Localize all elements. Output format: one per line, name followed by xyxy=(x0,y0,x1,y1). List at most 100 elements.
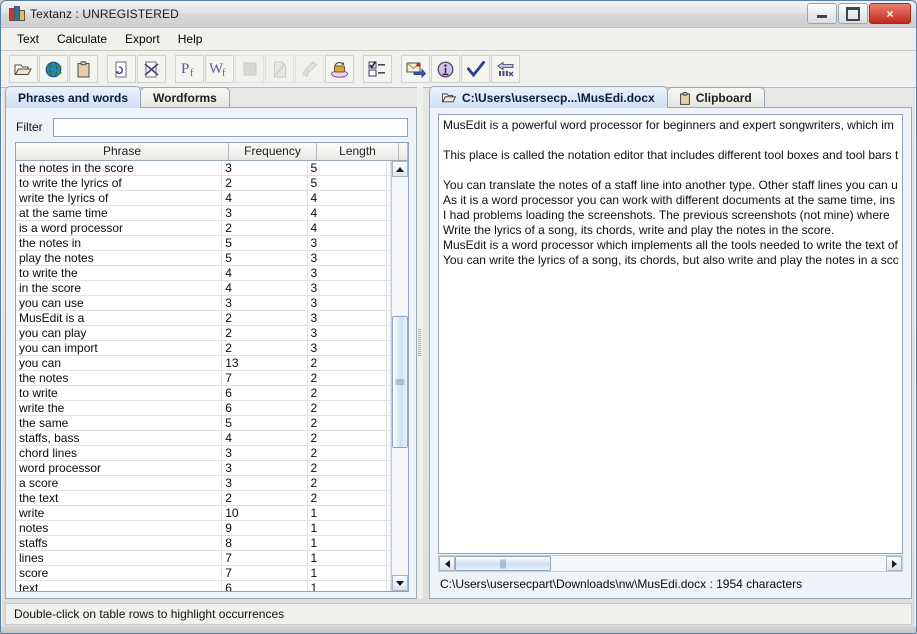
table-row[interactable]: the notes 7 2 xyxy=(16,371,391,386)
table-row[interactable]: word processor 3 2 xyxy=(16,461,391,476)
cell-phrase: you can play xyxy=(16,326,223,340)
column-header-frequency[interactable]: Frequency xyxy=(229,143,317,160)
table-row[interactable]: the text 2 2 xyxy=(16,491,391,506)
scroll-thumb[interactable] xyxy=(392,316,408,448)
document-text: MusEdit is a powerful word processor for… xyxy=(439,115,902,271)
table-row[interactable]: you can use 3 3 xyxy=(16,296,391,311)
menu-item-calculate[interactable]: Calculate xyxy=(49,29,115,49)
table-row[interactable]: to write the 4 3 xyxy=(16,266,391,281)
table-row[interactable]: to write 6 2 xyxy=(16,386,391,401)
cell-frequency: 2 xyxy=(222,311,308,325)
menu-item-export[interactable]: Export xyxy=(117,29,168,49)
status-bar: Double-click on table rows to highlight … xyxy=(5,603,912,625)
select-list-button[interactable] xyxy=(363,55,392,83)
table-row[interactable]: lines 7 1 xyxy=(16,551,391,566)
check-icon xyxy=(466,60,485,78)
table-row[interactable]: the notes in 5 3 xyxy=(16,236,391,251)
info-button[interactable] xyxy=(431,55,460,83)
cell-phrase: in the score xyxy=(16,281,223,295)
hscroll-thumb[interactable] xyxy=(455,556,551,571)
table-row[interactable]: staffs 8 1 xyxy=(16,536,391,551)
clear-document-icon xyxy=(273,61,287,78)
toolbar-separator-3 xyxy=(354,51,363,87)
table-row[interactable]: you can play 2 3 xyxy=(16,326,391,341)
scroll-up-button[interactable] xyxy=(392,161,408,177)
table-row[interactable]: play the notes 5 3 xyxy=(16,251,391,266)
table-row[interactable]: in the score 4 3 xyxy=(16,281,391,296)
close-document-button[interactable] xyxy=(137,55,166,83)
cell-length: 2 xyxy=(308,476,387,490)
table-row[interactable]: notes 9 1 xyxy=(16,521,391,536)
left-panel: Phrases and words Wordforms Filter Phras… xyxy=(5,86,417,599)
maximize-button[interactable] xyxy=(838,3,868,24)
cell-frequency: 2 xyxy=(222,326,308,340)
cell-frequency: 5 xyxy=(222,251,308,265)
table-row[interactable]: staffs, bass 4 2 xyxy=(16,431,391,446)
cell-phrase: write the xyxy=(16,401,223,415)
hscroll-track[interactable] xyxy=(455,556,886,571)
menu-item-text[interactable]: Text xyxy=(9,29,47,49)
document-line: MusEdit is a powerful word processor for… xyxy=(443,118,894,132)
clear-document-button[interactable] xyxy=(265,55,294,83)
cell-length: 2 xyxy=(308,416,387,430)
cell-length: 3 xyxy=(308,326,387,340)
stop-button[interactable] xyxy=(235,55,264,83)
clear-all-button[interactable] xyxy=(295,55,324,83)
word-frequency-button[interactable]: W f xyxy=(205,55,234,83)
table-vertical-scrollbar[interactable] xyxy=(391,161,408,591)
check-button[interactable] xyxy=(461,55,490,83)
phrase-frequency-button[interactable]: P f xyxy=(175,55,204,83)
table-row[interactable]: to write the lyrics of 2 5 xyxy=(16,176,391,191)
document-viewer[interactable]: MusEdit is a powerful word processor for… xyxy=(438,114,903,554)
table-row[interactable]: is a word processor 2 4 xyxy=(16,221,391,236)
table-row[interactable]: score 7 1 xyxy=(16,566,391,581)
main-split: Phrases and words Wordforms Filter Phras… xyxy=(1,86,916,599)
tab-clipboard[interactable]: Clipboard xyxy=(666,87,765,108)
open-file-button[interactable] xyxy=(9,55,38,83)
table-row[interactable]: MusEdit is a23 xyxy=(16,311,391,326)
scroll-track[interactable] xyxy=(392,177,408,575)
column-header-phrase[interactable]: Phrase xyxy=(16,143,229,160)
cell-phrase: word processor xyxy=(16,461,223,475)
toolbar-group-actions xyxy=(401,55,520,83)
split-divider[interactable] xyxy=(417,86,423,599)
table-row[interactable]: the same 5 2 xyxy=(16,416,391,431)
filter-input[interactable] xyxy=(52,117,408,137)
table-body-area: the notes in the score 3 5 to write the lyr… xyxy=(16,161,408,591)
table-row[interactable]: the notes in the score 3 5 xyxy=(16,161,391,176)
scroll-right-button[interactable] xyxy=(886,556,902,571)
menu-item-help[interactable]: Help xyxy=(170,29,211,49)
export-button[interactable] xyxy=(401,55,430,83)
reload-document-button[interactable] xyxy=(107,55,136,83)
open-web-button[interactable] xyxy=(39,55,68,83)
document-horizontal-scrollbar[interactable] xyxy=(438,555,903,572)
table-row[interactable]: chord lines 3 2 xyxy=(16,446,391,461)
tab-document[interactable]: C:\Users\usersecp...\MusEdi.docx xyxy=(429,86,668,108)
tab-phrases-and-words[interactable]: Phrases and words xyxy=(5,86,142,108)
table-row[interactable]: write the 6 2 xyxy=(16,401,391,416)
stemming-button[interactable] xyxy=(325,55,354,83)
back-references-button[interactable] xyxy=(491,55,520,83)
close-button[interactable]: × xyxy=(869,3,911,24)
cell-length: 4 xyxy=(308,206,387,220)
scroll-left-button[interactable] xyxy=(439,556,455,571)
minimize-button[interactable] xyxy=(807,3,837,24)
table-row[interactable]: you can import 2 3 xyxy=(16,341,391,356)
table-row[interactable]: text 6 1 xyxy=(16,581,391,591)
menu-bar: Text Calculate Export Help xyxy=(1,28,916,51)
paste-clipboard-button[interactable] xyxy=(69,55,98,83)
table-body[interactable]: the notes in the score 3 5 to write the lyr… xyxy=(16,161,391,591)
cell-frequency: 6 xyxy=(222,401,308,415)
cell-phrase: lines xyxy=(16,551,223,565)
table-row[interactable]: you can 13 2 xyxy=(16,356,391,371)
table-row[interactable]: at the same time 3 4 xyxy=(16,206,391,221)
column-header-length[interactable]: Length xyxy=(317,143,399,160)
table-row[interactable]: write 10 1 xyxy=(16,506,391,521)
table-row[interactable]: a score 3 2 xyxy=(16,476,391,491)
cell-phrase: staffs, bass xyxy=(16,431,223,445)
table-row[interactable]: write the lyrics of 4 4 xyxy=(16,191,391,206)
cell-frequency: 3 xyxy=(222,476,308,490)
toolbar-group-document xyxy=(107,55,166,83)
scroll-down-button[interactable] xyxy=(392,575,408,591)
tab-wordforms[interactable]: Wordforms xyxy=(140,87,230,108)
